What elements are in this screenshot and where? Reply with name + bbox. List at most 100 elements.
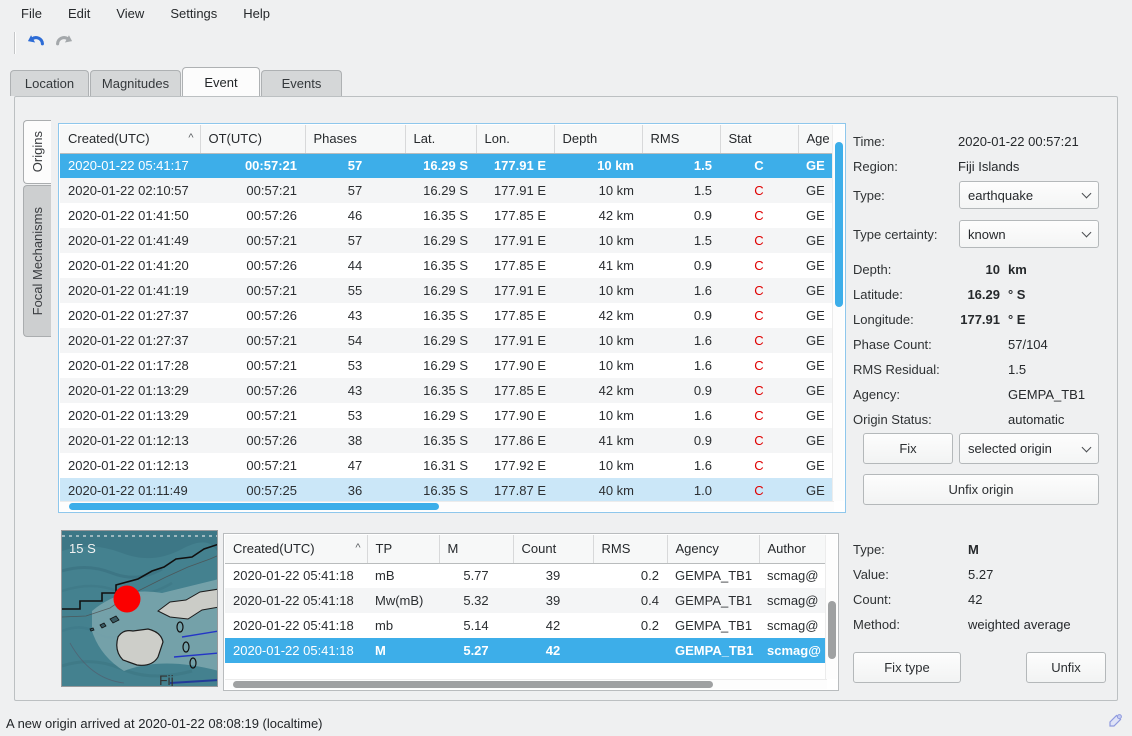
table-row[interactable]: 2020-01-22 01:27:3700:57:215416.29 S177.… (60, 328, 834, 353)
table-cell[interactable]: GE (798, 328, 834, 353)
table-cell[interactable]: 16.29 S (405, 353, 476, 378)
table-cell[interactable]: 10 km (554, 328, 642, 353)
table-cell[interactable]: 10 km (554, 153, 642, 178)
table-row[interactable]: 2020-01-22 01:41:1900:57:215516.29 S177.… (60, 278, 834, 303)
table-cell[interactable]: 2020-01-22 01:17:28 (60, 353, 200, 378)
table-cell[interactable]: 16.29 S (405, 403, 476, 428)
fix-button[interactable]: Fix (863, 433, 953, 464)
table-cell[interactable]: 177.85 E (476, 378, 554, 403)
table-cell[interactable]: 00:57:21 (200, 403, 305, 428)
table-cell[interactable]: C (720, 478, 798, 503)
table-row[interactable]: 2020-01-22 01:17:2800:57:215316.29 S177.… (60, 353, 834, 378)
table-cell[interactable]: 177.90 E (476, 403, 554, 428)
table-cell[interactable]: C (720, 178, 798, 203)
table-cell[interactable]: 16.29 S (405, 328, 476, 353)
location-map[interactable]: 15 S Fij (61, 530, 218, 687)
table-cell[interactable]: scmag@ (759, 563, 827, 588)
table-cell[interactable]: scmag@ (759, 613, 827, 638)
table-cell[interactable]: GE (798, 278, 834, 303)
column-header[interactable]: Count (513, 535, 593, 563)
table-row[interactable]: 2020-01-22 01:41:2000:57:264416.35 S177.… (60, 253, 834, 278)
table-cell[interactable]: C (720, 228, 798, 253)
table-row[interactable]: 2020-01-22 05:41:18mb5.14420.2GEMPA_TB1s… (225, 613, 827, 638)
table-cell[interactable]: 42 km (554, 378, 642, 403)
table-cell[interactable]: 177.91 E (476, 153, 554, 178)
table-cell[interactable]: 177.87 E (476, 478, 554, 503)
table-row[interactable]: 2020-01-22 01:41:4900:57:215716.29 S177.… (60, 228, 834, 253)
table-row[interactable]: 2020-01-22 01:11:4900:57:253616.35 S177.… (60, 478, 834, 503)
unfix-origin-button[interactable]: Unfix origin (863, 474, 1099, 505)
table-cell[interactable]: 00:57:21 (200, 228, 305, 253)
table-cell[interactable]: 5.27 (439, 638, 513, 663)
table-cell[interactable]: 2020-01-22 01:41:49 (60, 228, 200, 253)
scrollbar-thumb[interactable] (233, 681, 713, 688)
table-cell[interactable]: 39 (513, 563, 593, 588)
table-cell[interactable]: 16.29 S (405, 228, 476, 253)
table-cell[interactable]: 00:57:21 (200, 453, 305, 478)
table-cell[interactable]: C (720, 403, 798, 428)
table-cell[interactable]: GE (798, 178, 834, 203)
table-cell[interactable]: GE (798, 403, 834, 428)
edit-connection-icon[interactable] (1106, 712, 1124, 733)
side-tab-focal-mechanisms[interactable]: Focal Mechanisms (23, 185, 51, 337)
table-cell[interactable]: 2020-01-22 01:13:29 (60, 378, 200, 403)
table-cell[interactable]: Mw(mB) (367, 588, 439, 613)
column-header[interactable]: OT(UTC) (200, 125, 305, 153)
table-cell[interactable]: 1.6 (642, 453, 720, 478)
table-cell[interactable]: 1.6 (642, 328, 720, 353)
table-cell[interactable]: 2020-01-22 05:41:18 (225, 613, 367, 638)
table-cell[interactable]: 1.6 (642, 278, 720, 303)
table-cell[interactable]: 38 (305, 428, 405, 453)
table-cell[interactable]: 0.9 (642, 428, 720, 453)
table-cell[interactable]: 2020-01-22 01:27:37 (60, 328, 200, 353)
tab-events[interactable]: Events (261, 70, 342, 96)
table-cell[interactable]: 00:57:21 (200, 178, 305, 203)
table-row[interactable]: 2020-01-22 01:27:3700:57:264316.35 S177.… (60, 303, 834, 328)
table-cell[interactable]: 0.9 (642, 378, 720, 403)
table-row[interactable]: 2020-01-22 05:41:1700:57:215716.29 S177.… (60, 153, 834, 178)
table-cell[interactable]: 177.85 E (476, 303, 554, 328)
table-cell[interactable]: GE (798, 228, 834, 253)
table-cell[interactable]: 2020-01-22 01:41:50 (60, 203, 200, 228)
table-cell[interactable]: 1.6 (642, 353, 720, 378)
table-cell[interactable]: 42 (513, 613, 593, 638)
table-cell[interactable]: 0.9 (642, 253, 720, 278)
table-cell[interactable]: 2020-01-22 05:41:18 (225, 588, 367, 613)
table-cell[interactable]: mb (367, 613, 439, 638)
table-cell[interactable]: 2020-01-22 01:41:19 (60, 278, 200, 303)
table-cell[interactable]: GE (798, 153, 834, 178)
table-cell[interactable]: 00:57:25 (200, 478, 305, 503)
column-header[interactable]: Lat. (405, 125, 476, 153)
table-cell[interactable]: M (367, 638, 439, 663)
table-cell[interactable]: 1.5 (642, 178, 720, 203)
table-cell[interactable]: 2020-01-22 05:41:18 (225, 638, 367, 663)
table-cell[interactable]: 2020-01-22 01:41:20 (60, 253, 200, 278)
table-cell[interactable]: C (720, 353, 798, 378)
table-cell[interactable]: 57 (305, 228, 405, 253)
column-header[interactable]: Created(UTC)^ (225, 535, 367, 563)
origins-vertical-scrollbar[interactable] (832, 125, 844, 501)
table-cell[interactable]: C (720, 203, 798, 228)
undo-button[interactable] (22, 29, 50, 57)
table-cell[interactable]: 0.4 (593, 588, 667, 613)
table-cell[interactable]: 1.5 (642, 228, 720, 253)
table-cell[interactable]: 10 km (554, 403, 642, 428)
table-cell[interactable] (593, 638, 667, 663)
table-cell[interactable]: 43 (305, 378, 405, 403)
table-cell[interactable]: 39 (513, 588, 593, 613)
table-cell[interactable]: 16.35 S (405, 253, 476, 278)
table-cell[interactable]: 2020-01-22 05:41:17 (60, 153, 200, 178)
table-cell[interactable]: 16.35 S (405, 203, 476, 228)
table-cell[interactable]: 177.91 E (476, 278, 554, 303)
table-cell[interactable]: C (720, 378, 798, 403)
table-cell[interactable]: GEMPA_TB1 (667, 588, 759, 613)
table-cell[interactable]: 00:57:21 (200, 353, 305, 378)
table-cell[interactable]: GE (798, 253, 834, 278)
scrollbar-thumb[interactable] (835, 142, 843, 307)
redo-button[interactable] (50, 29, 78, 57)
menu-help[interactable]: Help (230, 3, 283, 24)
table-cell[interactable]: 57 (305, 178, 405, 203)
table-cell[interactable]: C (720, 253, 798, 278)
table-cell[interactable]: 177.91 E (476, 328, 554, 353)
column-header[interactable]: RMS (593, 535, 667, 563)
